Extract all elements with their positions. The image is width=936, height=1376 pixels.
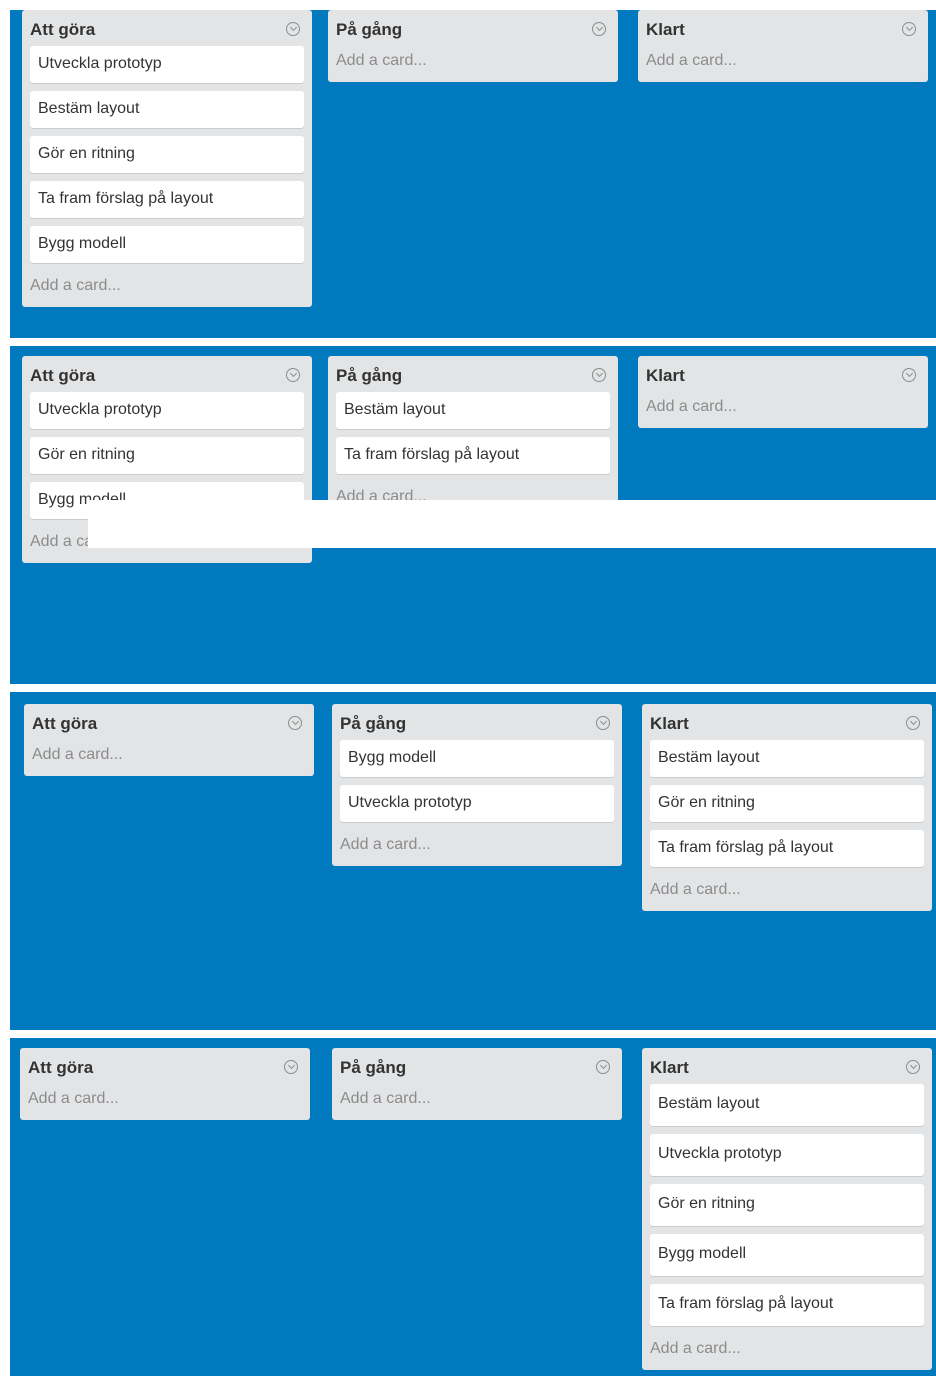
card[interactable]: Bestäm layout bbox=[336, 392, 610, 429]
list-title: Att göra bbox=[32, 714, 98, 733]
list-klart: Klart Add a card... bbox=[638, 356, 928, 428]
list-pa-gang: På gång Add a card... bbox=[328, 10, 618, 82]
add-card-link[interactable]: Add a card... bbox=[22, 271, 312, 307]
card[interactable]: Ta fram förslag på layout bbox=[336, 437, 610, 474]
list-pa-gang: På gång Bygg modell Utveckla prototyp Ad… bbox=[332, 704, 622, 866]
add-card-link[interactable]: Add a card... bbox=[328, 46, 618, 82]
add-card-link[interactable]: Add a card... bbox=[332, 830, 622, 866]
list-pa-gang: På gång Bestäm layout Ta fram förslag på… bbox=[328, 356, 618, 518]
board-1: Att göra Utveckla prototyp Bestäm layout… bbox=[10, 10, 936, 338]
card[interactable]: Bygg modell bbox=[340, 740, 614, 777]
list-title: Klart bbox=[650, 1058, 689, 1077]
list-pa-gang: På gång Add a card... bbox=[332, 1048, 622, 1120]
add-card-link[interactable]: Add a card... bbox=[642, 1334, 932, 1370]
add-card-link[interactable]: Add a card... bbox=[638, 46, 928, 82]
list-att-gora: Att göra Add a card... bbox=[24, 704, 314, 776]
list-header: På gång bbox=[332, 1048, 622, 1084]
list-title: På gång bbox=[336, 366, 403, 385]
list-header: På gång bbox=[328, 356, 618, 392]
list-header: Att göra bbox=[20, 1048, 310, 1084]
list-header: Klart bbox=[638, 356, 928, 392]
card[interactable]: Gör en ritning bbox=[650, 785, 924, 822]
list-menu-icon[interactable] bbox=[596, 716, 610, 730]
card[interactable]: Utveckla prototyp bbox=[30, 46, 304, 83]
card[interactable]: Gör en ritning bbox=[30, 437, 304, 474]
card[interactable]: Ta fram förslag på layout bbox=[30, 181, 304, 218]
list-header: Klart bbox=[642, 1048, 932, 1084]
add-card-link[interactable]: Add a card... bbox=[20, 1084, 310, 1120]
add-card-link[interactable]: Add a card... bbox=[332, 1084, 622, 1120]
list-menu-icon[interactable] bbox=[286, 22, 300, 36]
card[interactable]: Utveckla prototyp bbox=[650, 1134, 924, 1176]
list-title: Klart bbox=[646, 20, 685, 39]
list-menu-icon[interactable] bbox=[592, 22, 606, 36]
card[interactable]: Ta fram förslag på layout bbox=[650, 830, 924, 867]
list-menu-icon[interactable] bbox=[592, 368, 606, 382]
list-att-gora: Att göra Add a card... bbox=[20, 1048, 310, 1120]
list-title: Att göra bbox=[28, 1058, 94, 1077]
list-klart: Klart Add a card... bbox=[638, 10, 928, 82]
list-header: Att göra bbox=[24, 704, 314, 740]
list-title: Att göra bbox=[30, 366, 96, 385]
board-3: Att göra Add a card... På gång Bygg mode… bbox=[10, 692, 936, 1030]
list-klart: Klart Bestäm layout Gör en ritning Ta fr… bbox=[642, 704, 932, 911]
white-occluding-band bbox=[88, 500, 936, 548]
card[interactable]: Bestäm layout bbox=[650, 740, 924, 777]
list-menu-icon[interactable] bbox=[906, 1060, 920, 1074]
list-title: På gång bbox=[336, 20, 403, 39]
list-menu-icon[interactable] bbox=[288, 716, 302, 730]
list-header: På gång bbox=[328, 10, 618, 46]
card[interactable]: Gör en ritning bbox=[30, 136, 304, 173]
card[interactable]: Bestäm layout bbox=[650, 1084, 924, 1126]
list-menu-icon[interactable] bbox=[284, 1060, 298, 1074]
list-header: Att göra bbox=[22, 10, 312, 46]
card[interactable]: Bygg modell bbox=[650, 1234, 924, 1276]
add-card-link[interactable]: Add a card... bbox=[638, 392, 928, 428]
card[interactable]: Gör en ritning bbox=[650, 1184, 924, 1226]
list-title: På gång bbox=[340, 1058, 407, 1077]
list-menu-icon[interactable] bbox=[286, 368, 300, 382]
add-card-link[interactable]: Add a card... bbox=[24, 740, 314, 776]
list-header: Klart bbox=[642, 704, 932, 740]
list-menu-icon[interactable] bbox=[906, 716, 920, 730]
card[interactable]: Utveckla prototyp bbox=[30, 392, 304, 429]
list-menu-icon[interactable] bbox=[902, 22, 916, 36]
list-att-gora: Att göra Utveckla prototyp Bestäm layout… bbox=[22, 10, 312, 307]
add-card-link[interactable]: Add a card... bbox=[642, 875, 932, 911]
list-header: Klart bbox=[638, 10, 928, 46]
list-menu-icon[interactable] bbox=[902, 368, 916, 382]
list-title: På gång bbox=[340, 714, 407, 733]
list-title: Klart bbox=[650, 714, 689, 733]
list-title: Klart bbox=[646, 366, 685, 385]
card[interactable]: Bestäm layout bbox=[30, 91, 304, 128]
list-header: På gång bbox=[332, 704, 622, 740]
card[interactable]: Utveckla prototyp bbox=[340, 785, 614, 822]
list-menu-icon[interactable] bbox=[596, 1060, 610, 1074]
top-white-strip bbox=[0, 0, 936, 10]
list-klart: Klart Bestäm layout Utveckla prototyp Gö… bbox=[642, 1048, 932, 1370]
board-4: Att göra Add a card... På gång Add a car… bbox=[10, 1038, 936, 1376]
list-title: Att göra bbox=[30, 20, 96, 39]
list-header: Att göra bbox=[22, 356, 312, 392]
card[interactable]: Bygg modell bbox=[30, 226, 304, 263]
card[interactable]: Ta fram förslag på layout bbox=[650, 1284, 924, 1326]
